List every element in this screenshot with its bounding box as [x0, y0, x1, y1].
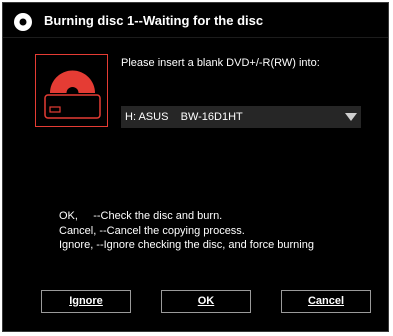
help-text: OK, --Check the disc and burn. Cancel, --…	[59, 209, 314, 253]
disc-icon	[14, 13, 32, 31]
cancel-button[interactable]: Cancel	[281, 290, 371, 313]
ignore-button[interactable]: Ignore	[41, 290, 131, 313]
help-line-ignore: Ignore, --Ignore checking the disc, and …	[59, 239, 314, 251]
triangle-down-icon[interactable]	[341, 106, 361, 128]
drive-select[interactable]: H: ASUS BW-16D1HT	[121, 106, 361, 128]
help-line-cancel: Cancel, --Cancel the copying process.	[59, 224, 245, 237]
drive-select-value: H: ASUS BW-16D1HT	[125, 111, 243, 123]
insert-disc-prompt: Please insert a blank DVD+/-R(RW) into:	[121, 57, 320, 69]
disc-drive-illustration	[35, 54, 108, 127]
dialog-title: Burning disc 1--Waiting for the disc	[44, 13, 264, 28]
title-divider	[3, 37, 388, 38]
ok-button[interactable]: OK	[161, 290, 251, 313]
help-line-ok: OK, --Check the disc and burn.	[59, 210, 223, 222]
disc-drive-icon	[44, 70, 101, 119]
burn-dialog: Burning disc 1--Waiting for the disc Ple…	[2, 2, 389, 332]
